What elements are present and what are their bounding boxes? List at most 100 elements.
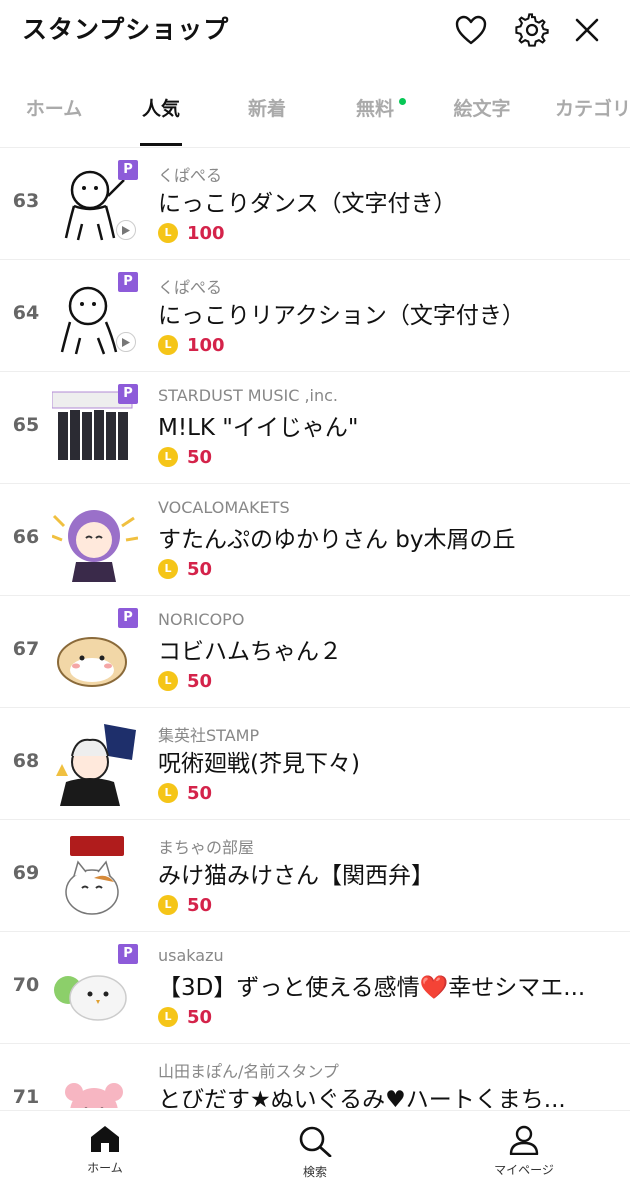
nav-search-label: 検索	[302, 1165, 327, 1179]
rank-number: 70	[12, 974, 40, 996]
price: L 50	[158, 782, 212, 804]
price: L 50	[158, 558, 212, 580]
sticker-thumbnail: P	[52, 608, 138, 694]
premium-badge: P	[118, 160, 138, 180]
gear-icon	[515, 13, 549, 47]
settings-button[interactable]	[512, 10, 552, 50]
nav-home[interactable]: ホーム	[45, 1125, 165, 1176]
coin-icon: L	[158, 671, 178, 691]
favorite-button[interactable]	[451, 10, 491, 50]
tab-new[interactable]: 新着	[246, 78, 288, 146]
person-icon	[509, 1125, 539, 1155]
list-item[interactable]: 68 集英社STAMP 呪術廻戦(芥見下々) L 50	[0, 708, 630, 820]
list-item[interactable]: 67 P NORICOPO コビハムちゃん２ L 50	[0, 596, 630, 708]
tab-popular[interactable]: 人気	[140, 78, 182, 146]
rank-number: 65	[12, 414, 40, 436]
sticker-thumbnail	[51, 496, 139, 582]
sticker-thumbnail	[52, 832, 138, 918]
price: L 50	[158, 1006, 212, 1028]
price-value: 50	[187, 894, 213, 916]
price: L 50	[158, 670, 212, 692]
rank-number: 63	[12, 190, 40, 212]
nav-mypage[interactable]: マイページ	[464, 1125, 584, 1178]
search-icon	[299, 1126, 332, 1157]
sticker-image	[56, 1060, 126, 1108]
list-item[interactable]: 65 P STARDUST MUSIC ,inc. M!LK "イイじゃん" L…	[0, 372, 630, 484]
rank-number: 68	[12, 750, 40, 772]
sticker-thumbnail: P	[51, 384, 138, 470]
price: L 100	[158, 222, 225, 244]
ranking-list: 63 P くぱぺる にっこりダンス（文字付き） L 100 64 P くぱぺる …	[0, 148, 630, 1108]
sticker-name: すたんぷのゆかりさん by木屑の丘	[158, 527, 516, 553]
list-item[interactable]: 66 VOCALOMAKETS すたんぷのゆかりさん by木屑の丘 L 50	[0, 484, 630, 596]
sticker-author: くぱぺる	[158, 166, 223, 185]
price-value: 50	[187, 670, 213, 692]
price-value: 100	[187, 334, 225, 356]
tab-emoji[interactable]: 絵文字	[451, 78, 513, 146]
close-button[interactable]	[567, 10, 607, 50]
list-item[interactable]: 63 P くぱぺる にっこりダンス（文字付き） L 100	[0, 148, 630, 260]
rank-number: 71	[12, 1086, 40, 1108]
close-icon	[575, 18, 599, 42]
coin-icon: L	[158, 1007, 178, 1027]
list-item[interactable]: 64 P くぱぺる にっこりリアクション（文字付き） L 100	[0, 260, 630, 372]
price-value: 50	[187, 558, 213, 580]
tab-free[interactable]: 無料	[354, 78, 406, 146]
sticker-thumbnail	[52, 1056, 138, 1108]
bottom-navigation: ホーム 検索 マイページ	[0, 1110, 630, 1200]
sticker-author: くぱぺる	[158, 278, 223, 297]
tab-home[interactable]: ホーム	[22, 78, 86, 146]
sticker-image	[56, 724, 136, 806]
rank-number: 67	[12, 638, 40, 660]
rank-number: 66	[12, 526, 40, 548]
list-item[interactable]: 69 まちゃの部屋 みけ猫みけさん【関西弁】 L 50	[0, 820, 630, 932]
category-tabs: ホーム 人気 新着 無料 絵文字 カテゴリ	[0, 78, 630, 148]
rank-number: 64	[12, 302, 40, 324]
sticker-name: みけ猫みけさん【関西弁】	[158, 863, 434, 889]
sticker-author: まちゃの部屋	[158, 838, 255, 857]
premium-badge: P	[118, 272, 138, 292]
play-preview-button[interactable]	[116, 220, 136, 240]
home-icon	[91, 1126, 119, 1152]
sticker-author: VOCALOMAKETS	[158, 498, 290, 517]
nav-home-label: ホーム	[87, 1161, 123, 1175]
coin-icon: L	[158, 559, 178, 579]
coin-icon: L	[158, 447, 178, 467]
price-value: 50	[187, 1006, 213, 1028]
price-value: 100	[187, 222, 225, 244]
sticker-name: 【3D】ずっと使える感情❤️幸せシマエ...	[158, 975, 586, 1001]
sticker-author: STARDUST MUSIC ,inc.	[158, 386, 338, 405]
sticker-thumbnail: P	[52, 944, 138, 1030]
play-icon	[122, 337, 130, 347]
play-preview-button[interactable]	[116, 332, 136, 352]
sticker-name: にっこりリアクション（文字付き）	[158, 303, 525, 329]
price: L 50	[158, 894, 212, 916]
sticker-author: NORICOPO	[158, 610, 245, 629]
rank-number: 69	[12, 862, 40, 884]
sticker-thumbnail: P	[52, 160, 138, 246]
price: L 100	[158, 334, 225, 356]
sticker-name: とびだす★ぬいぐるみ♥ハートくまち...	[158, 1087, 566, 1108]
new-dot-indicator	[399, 98, 406, 105]
coin-icon: L	[158, 223, 178, 243]
nav-search[interactable]: 検索	[255, 1125, 375, 1180]
page-title: スタンプショップ	[22, 15, 230, 44]
sticker-author: 集英社STAMP	[158, 726, 260, 745]
price: L 50	[158, 446, 212, 468]
play-icon	[122, 225, 130, 235]
app-header: スタンプショップ	[0, 0, 630, 62]
price-value: 50	[187, 782, 213, 804]
sticker-image	[65, 836, 124, 915]
sticker-name: 呪術廻戦(芥見下々)	[158, 751, 360, 777]
sticker-image	[51, 510, 139, 582]
coin-icon: L	[158, 335, 178, 355]
sticker-thumbnail: P	[52, 272, 138, 358]
tab-category[interactable]: カテゴリ	[555, 78, 630, 146]
list-item[interactable]: 71 山田まぽん/名前スタンプ とびだす★ぬいぐるみ♥ハートくまち... L 5…	[0, 1044, 630, 1108]
sticker-author: 山田まぽん/名前スタンプ	[158, 1062, 339, 1081]
premium-badge: P	[118, 608, 138, 628]
list-item[interactable]: 70 P usakazu 【3D】ずっと使える感情❤️幸せシマエ... L 50	[0, 932, 630, 1044]
sticker-thumbnail	[52, 720, 138, 806]
price-value: 50	[187, 446, 213, 468]
sticker-author: usakazu	[158, 946, 224, 965]
